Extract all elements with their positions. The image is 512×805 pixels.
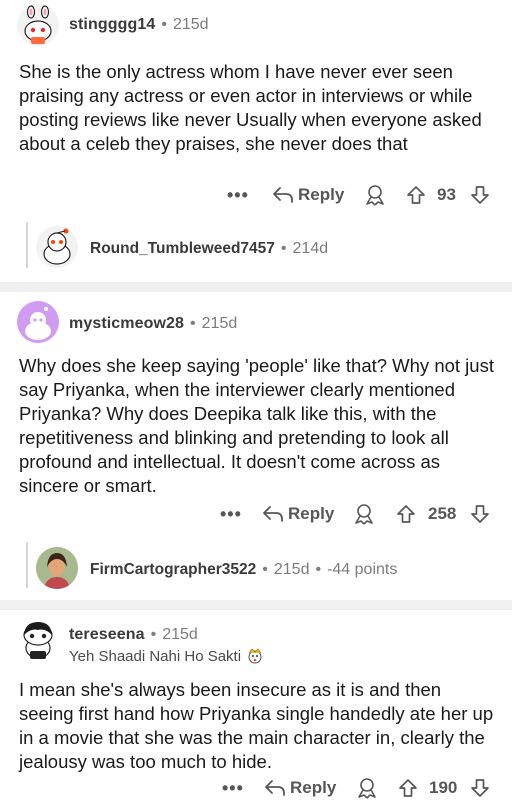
comment-age: 215d: [162, 626, 198, 643]
comment-3: tereseena • 215d Yeh Shaadi Nahi Ho Sakt…: [0, 610, 512, 805]
comment-body: She is the only actress whom I have neve…: [19, 61, 482, 154]
reply-label: Reply: [298, 185, 345, 204]
downvote-button[interactable]: [470, 778, 490, 798]
downvote-icon: [471, 505, 489, 523]
upvote-button[interactable]: [396, 504, 416, 524]
user-flair: Yeh Shaadi Nahi Ho Sakti: [69, 647, 264, 665]
comment-divider: [0, 282, 512, 292]
award-icon: [358, 778, 376, 799]
snoo-avatar-icon: [43, 228, 71, 265]
reply-label: Reply: [290, 778, 337, 797]
reply-username[interactable]: FirmCartographer3522: [90, 561, 256, 579]
reply-header: Round_Tumbleweed7457 • 214d: [90, 240, 328, 258]
reply-username[interactable]: Round_Tumbleweed7457: [90, 240, 275, 258]
snoo-avatar-icon: [25, 307, 51, 340]
user-avatar[interactable]: [17, 301, 59, 343]
separator-dot: •: [190, 315, 196, 332]
flair-text: Yeh Shaadi Nahi Ho Sakti: [69, 647, 242, 665]
reply-avatar[interactable]: [36, 547, 78, 589]
user-avatar[interactable]: [17, 619, 59, 661]
reply-arrow-icon: [273, 187, 293, 203]
reply-avatar[interactable]: [36, 226, 78, 268]
user-photo-icon: [36, 547, 78, 589]
more-options-icon[interactable]: •••: [220, 504, 242, 525]
comment-2: mysticmeow28 • 215d Why does she keep sa…: [0, 292, 512, 600]
separator-dot: •: [315, 561, 322, 578]
comment-divider: [0, 600, 512, 610]
reply-age: 214d: [292, 240, 329, 257]
thread-line[interactable]: [26, 542, 28, 588]
upvote-button[interactable]: [406, 185, 426, 205]
reply-button[interactable]: Reply: [264, 778, 336, 798]
downvote-icon: [471, 186, 489, 204]
username[interactable]: tereseena: [69, 626, 145, 644]
upvote-icon: [397, 505, 415, 523]
comment-header: stingggg14 • 215d: [69, 16, 209, 34]
separator-dot: •: [262, 561, 268, 578]
more-options-icon[interactable]: •••: [227, 185, 249, 206]
reply-points: -44 points: [327, 561, 398, 578]
reply-button[interactable]: Reply: [272, 185, 344, 205]
snoo-avatar-icon: [23, 622, 53, 659]
award-icon: [355, 504, 373, 525]
more-options-icon[interactable]: •••: [222, 778, 244, 799]
upvote-icon: [407, 186, 425, 204]
reply-arrow-icon: [265, 780, 285, 796]
award-icon: [366, 185, 384, 206]
downvote-button[interactable]: [470, 185, 490, 205]
upvote-button[interactable]: [398, 778, 418, 798]
separator-dot: •: [150, 626, 157, 643]
comment-actions: ••• Reply 258: [0, 499, 512, 529]
comment-1: stingggg14 • 215d She is the only actres…: [0, 0, 512, 282]
reply-header: FirmCartographer3522 • 215d • -44 points: [90, 561, 397, 579]
vote-score: 93: [437, 185, 456, 204]
vote-score: 258: [428, 504, 457, 523]
upvote-icon: [399, 779, 417, 797]
username[interactable]: mysticmeow28: [69, 315, 184, 333]
comment-actions: ••• Reply 190: [0, 773, 512, 803]
comment-age: 215d: [201, 315, 238, 332]
award-button[interactable]: [352, 503, 376, 525]
award-button[interactable]: [363, 184, 387, 206]
separator-dot: •: [161, 16, 167, 33]
comment-header: mysticmeow28 • 215d: [69, 315, 237, 333]
reply-button[interactable]: Reply: [262, 504, 334, 524]
user-avatar[interactable]: [17, 4, 59, 46]
comment-header: tereseena • 215d: [69, 626, 198, 644]
separator-dot: •: [280, 240, 287, 257]
downvote-button[interactable]: [470, 504, 490, 524]
comment-age: 215d: [172, 16, 209, 33]
downvote-icon: [471, 779, 489, 797]
vote-score: 190: [429, 778, 458, 797]
reply-label: Reply: [288, 504, 335, 523]
comment-body: I mean she's always been insecure as it …: [19, 679, 494, 772]
reply-age: 215d: [273, 561, 310, 578]
award-button[interactable]: [355, 777, 379, 799]
reply-arrow-icon: [263, 506, 283, 522]
comment-body: Why does she keep saying 'people' like t…: [19, 355, 494, 496]
username[interactable]: stingggg14: [69, 16, 155, 34]
snoo-avatar-icon: [24, 5, 52, 44]
flair-emoji-icon: [248, 648, 262, 664]
comment-actions: ••• Reply 93: [0, 180, 512, 210]
thread-line[interactable]: [26, 222, 28, 268]
